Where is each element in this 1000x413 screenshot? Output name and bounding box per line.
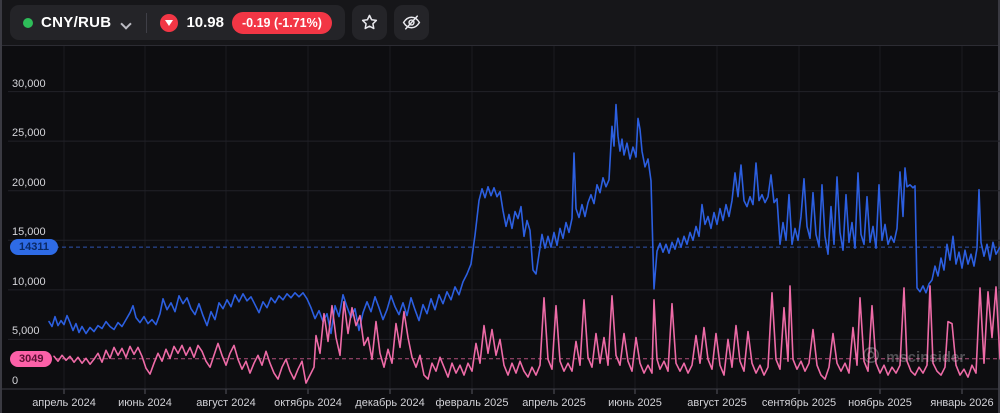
series-line-pink [53,285,1000,384]
chart-canvas[interactable]: 14311 3049 mscinsider апрель 2024 июнь 20… [2,46,1000,413]
series-line-blue [48,103,1000,335]
hide-button[interactable] [393,5,429,40]
app-window: CNY/RUB 10.98 -0.19 (-1.71%) 14311 3049 … [0,0,1000,413]
triangle-down-icon [160,13,179,32]
favorite-button[interactable] [351,5,387,40]
ticker-selector[interactable]: CNY/RUB 10.98 -0.19 (-1.71%) [10,5,345,40]
chevron-down-icon [121,18,131,28]
eye-off-icon [402,13,421,32]
star-icon [360,13,379,32]
header-divider [146,12,148,33]
last-price: 10.98 [186,14,224,31]
price-change-badge: -0.19 (-1.71%) [231,11,332,34]
ticker-symbol: CNY/RUB [41,14,112,31]
header: CNY/RUB 10.98 -0.19 (-1.71%) [2,0,998,46]
status-dot-icon [23,17,33,28]
